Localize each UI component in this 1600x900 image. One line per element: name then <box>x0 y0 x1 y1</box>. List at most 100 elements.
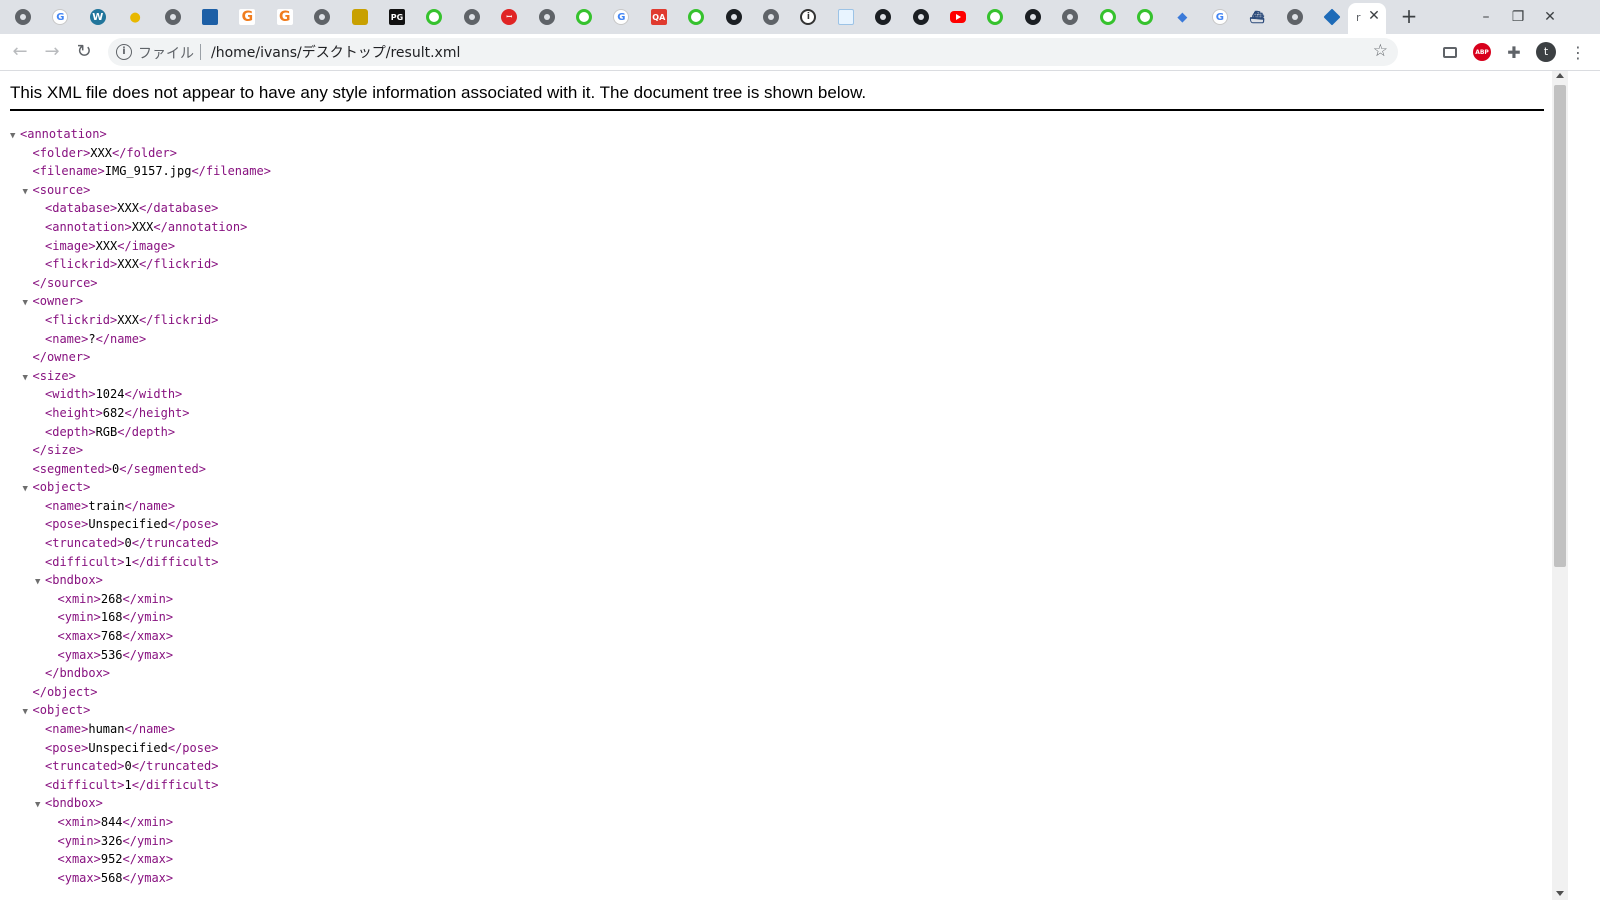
site-info-icon[interactable]: i <box>116 44 132 60</box>
close-tab-icon[interactable]: ✕ <box>1366 8 1382 24</box>
tab-16[interactable] <box>573 6 595 28</box>
xml-line: ▼ <annotation> <box>10 125 271 144</box>
open-tag: <width> <box>45 387 96 402</box>
close-tag: </difficult> <box>131 554 219 569</box>
tab-1[interactable] <box>12 6 34 28</box>
cast-icon[interactable] <box>1440 42 1460 62</box>
profile-avatar[interactable]: t <box>1536 42 1556 62</box>
tab-32[interactable]: ◆ <box>1171 6 1193 28</box>
active-tab[interactable]: r ✕ <box>1348 3 1386 34</box>
menu-kebab-icon[interactable]: ⋮ <box>1568 42 1588 62</box>
tab-14[interactable]: ꟷ <box>498 6 520 28</box>
close-tag: </xmin> <box>122 591 174 606</box>
tab-5[interactable] <box>162 6 184 28</box>
extensions-puzzle-icon[interactable]: ✚ <box>1504 42 1524 62</box>
collapse-triangle-icon[interactable]: ▼ <box>23 294 33 313</box>
xml-line: </size> <box>10 441 271 460</box>
collapse-triangle-icon[interactable]: ▼ <box>35 573 45 592</box>
close-tag: </segmented> <box>119 461 206 476</box>
adblock-plus-icon[interactable]: ABP <box>1472 42 1492 62</box>
tab-13[interactable] <box>461 6 483 28</box>
tab-4[interactable]: ● <box>124 6 146 28</box>
tab-12[interactable] <box>423 6 445 28</box>
tab-7[interactable]: G <box>236 6 258 28</box>
tab-21[interactable] <box>760 6 782 28</box>
reload-button[interactable]: ↻ <box>72 40 96 64</box>
active-tab-label: r <box>1356 11 1361 24</box>
forward-button[interactable]: → <box>40 40 64 64</box>
green-circle-icon <box>576 9 592 25</box>
tab-33[interactable]: G <box>1209 6 1231 28</box>
tab-29[interactable] <box>1059 6 1081 28</box>
restore-window-icon[interactable]: ❐ <box>1508 8 1528 26</box>
tab-30[interactable] <box>1097 6 1119 28</box>
tab-8[interactable]: G <box>274 6 296 28</box>
back-button[interactable]: ← <box>8 40 32 64</box>
collapse-triangle-icon[interactable]: ▼ <box>23 480 33 499</box>
profile-initial: t <box>1536 42 1556 62</box>
tab-22[interactable]: i <box>797 6 819 28</box>
tab-6[interactable] <box>199 6 221 28</box>
collapse-triangle-icon[interactable]: ▼ <box>23 703 33 722</box>
scroll-down-arrow-icon[interactable] <box>1556 891 1564 896</box>
minimize-window-icon[interactable]: – <box>1476 8 1496 26</box>
tab-35[interactable] <box>1284 6 1306 28</box>
tab-24[interactable] <box>872 6 894 28</box>
globe-icon <box>463 9 480 25</box>
collapse-triangle-icon[interactable]: ▼ <box>35 796 45 815</box>
tab-34[interactable]: ⛴ <box>1246 6 1268 28</box>
tab-9[interactable] <box>311 6 333 28</box>
tab-10[interactable] <box>349 6 371 28</box>
element-text: 568 <box>100 870 123 885</box>
pg-black-icon: PG <box>389 9 405 25</box>
tab-18[interactable]: QA <box>648 6 670 28</box>
github-icon <box>912 9 929 25</box>
collapse-triangle-icon[interactable]: ▼ <box>23 183 33 202</box>
info-icon: i <box>800 9 817 25</box>
element-text: 0 <box>124 759 132 774</box>
tab-23[interactable] <box>835 6 857 28</box>
element-text: 682 <box>102 405 125 420</box>
bookmark-star-icon[interactable]: ☆ <box>1373 41 1388 61</box>
vertical-scrollbar[interactable] <box>1552 71 1568 900</box>
xml-line: <xmax>952</xmax> <box>10 850 271 869</box>
collapse-triangle-icon[interactable]: ▼ <box>10 127 20 146</box>
close-tag: </name> <box>124 498 176 513</box>
open-tag: <image> <box>45 238 96 253</box>
tab-26[interactable] <box>947 6 969 28</box>
tab-11[interactable]: PG <box>386 6 408 28</box>
tab-36[interactable] <box>1321 6 1343 28</box>
xml-line: <xmax>768</xmax> <box>10 627 271 646</box>
tab-31[interactable] <box>1134 6 1156 28</box>
close-tag: </xmax> <box>122 629 174 644</box>
tab-25[interactable] <box>910 6 932 28</box>
open-tag: <name> <box>45 722 89 736</box>
tab-15[interactable] <box>536 6 558 28</box>
element-text: XXX <box>90 145 112 160</box>
url-text[interactable]: /home/ivans/デスクトップ/result.xml <box>211 42 460 62</box>
new-tab-button[interactable]: + <box>1398 6 1420 28</box>
open-tag: <filename> <box>32 164 105 179</box>
open-tag: <flickrid> <box>45 257 118 272</box>
tab-28[interactable] <box>1022 6 1044 28</box>
close-tag: </image> <box>117 238 176 253</box>
tab-27[interactable] <box>984 6 1006 28</box>
tab-19[interactable] <box>685 6 707 28</box>
scrollbar-thumb[interactable] <box>1554 85 1566 567</box>
close-tag: </flickrid> <box>138 257 219 272</box>
close-tag: </pose> <box>167 740 219 755</box>
element-text: 768 <box>100 629 123 644</box>
tab-2[interactable]: G <box>49 6 71 28</box>
address-bar[interactable]: i ファイル /home/ivans/デスクトップ/result.xml ☆ <box>108 38 1398 66</box>
element-text: Unspecified <box>88 740 168 755</box>
tab-17[interactable]: G <box>610 6 632 28</box>
scroll-up-arrow-icon[interactable] <box>1556 73 1564 78</box>
close-tag: </name> <box>95 331 147 346</box>
xml-line: ▼ <bndbox> <box>10 794 271 813</box>
tab-3[interactable]: W <box>87 6 109 28</box>
collapse-triangle-icon[interactable]: ▼ <box>23 369 33 388</box>
element-text: 326 <box>100 833 123 848</box>
tab-20[interactable] <box>723 6 745 28</box>
close-window-icon[interactable]: ✕ <box>1540 8 1560 26</box>
close-tag: </xmax> <box>122 852 174 867</box>
